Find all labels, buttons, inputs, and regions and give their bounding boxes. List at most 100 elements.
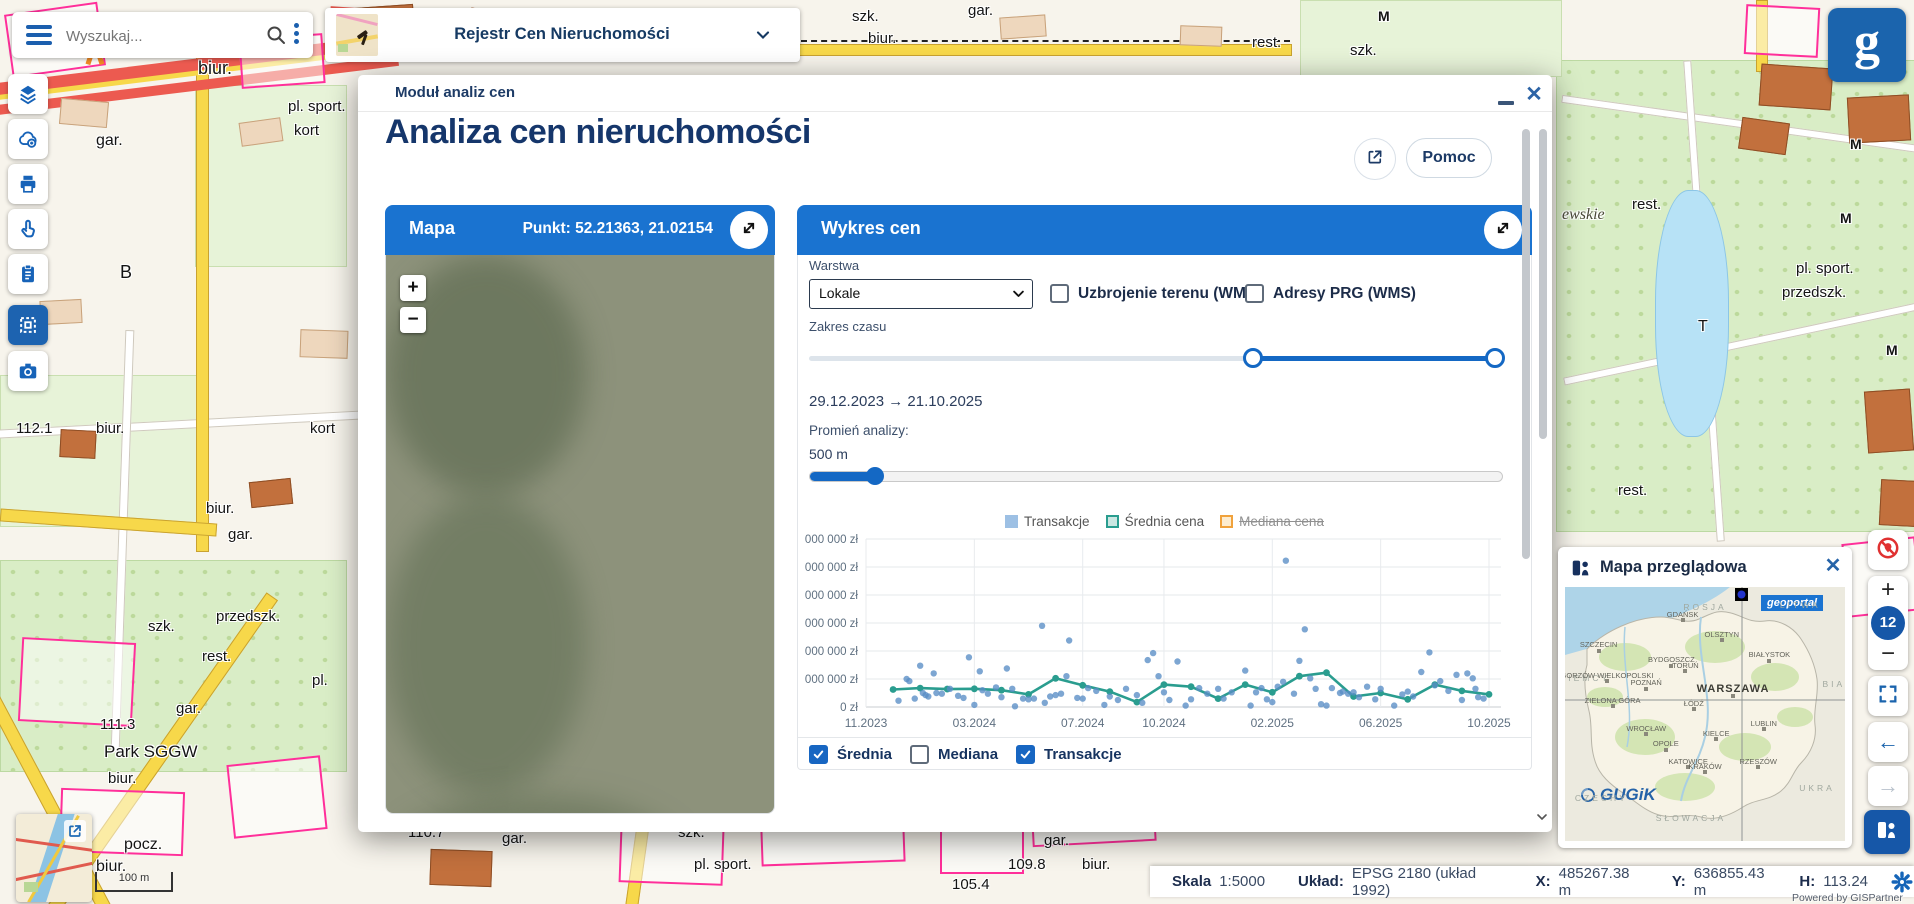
time-range-slider[interactable]	[809, 356, 1501, 361]
svg-text:4 000 000 zł: 4 000 000 zł	[802, 646, 858, 658]
radius-slider[interactable]	[809, 471, 1503, 482]
sidebar-button-layers[interactable]	[8, 74, 48, 114]
map-feature	[1655, 190, 1729, 437]
close-button[interactable]: ✕	[1522, 83, 1546, 107]
crs-value[interactable]: EPSG 2180 (układ 1992)	[1352, 865, 1509, 899]
map-panel-canvas[interactable]: +−	[385, 255, 775, 814]
more-options-icon[interactable]	[294, 23, 300, 44]
open-external-button[interactable]	[1354, 138, 1396, 180]
fullscreen-button[interactable]	[1868, 676, 1908, 716]
fullscreen-icon	[1877, 683, 1899, 710]
location-off-icon	[1875, 535, 1901, 566]
svg-text:2 000 000 zł: 2 000 000 zł	[802, 674, 858, 686]
minimize-button[interactable]	[1498, 101, 1514, 105]
series-toggle-transakcje[interactable]: Transakcje	[1016, 745, 1122, 764]
scroll-down-icon[interactable]	[1534, 809, 1550, 830]
profile-thumbnail	[336, 14, 378, 56]
sidebar-button-touch[interactable]	[8, 209, 48, 249]
legend-item[interactable]: Mediana cena	[1220, 514, 1324, 529]
wms-checkbox-uzbrojenie[interactable]: Uzbrojenie terenu (WMS)	[1050, 284, 1261, 303]
crs-label: Układ:	[1298, 873, 1344, 890]
chart-panel-body: Warstwa Lokale Uzbrojenie terenu (WMS) A…	[797, 255, 1532, 770]
sidebar-button-clipboard[interactable]	[8, 254, 48, 294]
settings-gear-icon[interactable]	[1890, 870, 1914, 894]
neighbor-label: SŁOWACJA	[1656, 813, 1726, 823]
legend-item[interactable]: Średnia cena	[1106, 514, 1205, 529]
svg-text:02.2025: 02.2025	[1251, 716, 1295, 730]
map-feature	[1864, 388, 1914, 453]
map-feature	[196, 50, 209, 552]
chevron-down-icon[interactable]	[753, 25, 773, 50]
toolbar-glyph	[17, 314, 39, 336]
expand-icon	[1493, 218, 1513, 243]
city-label: ZIELONA GÓRA	[1585, 696, 1641, 705]
overview-map-canvas[interactable]: geoportal GUGiK ROSJALITWANIEMCYBIACZECH…	[1565, 587, 1845, 841]
overview-toggle-button[interactable]	[1864, 810, 1910, 854]
toggle-label: Średnia	[837, 746, 892, 763]
application-window: biur.gar.pl. sport.kortB112.1biur.kortbi…	[0, 0, 1914, 904]
inner-scrollbar[interactable]	[1522, 129, 1530, 559]
svg-text:8 000 000 zł: 8 000 000 zł	[802, 590, 858, 602]
profile-selector[interactable]: Rejestr Cen Nieruchomości	[325, 8, 800, 62]
chart-panel-title: Wykres cen	[821, 218, 921, 239]
price-chart: 0 zł2 000 000 zł4 000 000 zł6 000 000 zł…	[802, 531, 1518, 733]
overview-map-panel: Mapa przeglądowa ✕ geoportal	[1558, 547, 1852, 848]
search-icon[interactable]	[264, 23, 288, 52]
series-toggle-mediana[interactable]: Mediana	[910, 745, 998, 764]
minimap-thumbnail[interactable]	[16, 814, 92, 902]
modal-header: Moduł analiz cen ✕	[358, 75, 1552, 111]
geoportal-logo[interactable]: g	[1828, 8, 1906, 82]
expand-chart-button[interactable]	[1484, 211, 1522, 249]
checkbox-icon[interactable]	[809, 745, 828, 764]
map-feature	[59, 429, 96, 459]
wms-checkbox-adresy[interactable]: Adresy PRG (WMS)	[1245, 284, 1416, 303]
location-off-button[interactable]	[1868, 530, 1908, 570]
map-zoom-out-button[interactable]: −	[1868, 642, 1908, 670]
city-label: KIELCE	[1703, 729, 1730, 738]
scale-value[interactable]: 1:5000	[1219, 873, 1265, 890]
checkbox-icon[interactable]	[910, 745, 929, 764]
scale-label: Skala	[1172, 873, 1211, 890]
previous-view-button[interactable]: ←	[1868, 722, 1908, 762]
powered-by-text: Powered by GISPartner	[1792, 892, 1903, 904]
city-label: OPOLE	[1653, 739, 1679, 748]
map-feature	[300, 329, 349, 359]
search-bar	[12, 12, 313, 58]
modal-scrollbar[interactable]	[1539, 129, 1547, 439]
radius-slider-handle[interactable]	[866, 467, 884, 485]
sidebar-button-select-area[interactable]	[8, 305, 48, 345]
svg-text:07.2024: 07.2024	[1061, 716, 1105, 730]
map-feature	[1744, 4, 1821, 58]
map-zoom-in-button[interactable]: +	[1868, 576, 1908, 604]
sidebar-button-camera[interactable]	[8, 351, 48, 391]
checkbox-icon[interactable]	[1245, 284, 1264, 303]
help-button[interactable]: Pomoc	[1406, 138, 1492, 178]
map-feature	[1879, 479, 1914, 527]
checkbox-icon[interactable]	[1050, 284, 1069, 303]
svg-text:10.2025: 10.2025	[1467, 716, 1511, 730]
zoom-out-button[interactable]: −	[400, 307, 426, 333]
zoom-in-button[interactable]: +	[400, 275, 426, 301]
arrow-right-icon: →	[1877, 773, 1899, 799]
layer-select[interactable]: Lokale	[809, 279, 1033, 309]
sidebar-button-cloud-add[interactable]	[8, 119, 48, 159]
map-scalebar: 100 m	[95, 872, 173, 892]
checkbox-icon[interactable]	[1016, 745, 1035, 764]
search-input[interactable]	[64, 20, 258, 52]
layer-select-value: Lokale	[819, 285, 860, 301]
slider-handle-start[interactable]	[1243, 348, 1263, 368]
next-view-button[interactable]: →	[1868, 766, 1908, 806]
overview-close-button[interactable]: ✕	[1822, 555, 1844, 577]
expand-map-button[interactable]	[730, 211, 768, 249]
map-feature	[999, 14, 1046, 39]
legend-item[interactable]: Transakcje	[1005, 514, 1090, 529]
series-toggle-średnia[interactable]: Średnia	[809, 745, 892, 764]
menu-icon[interactable]	[26, 25, 52, 45]
series-toggles: Średnia Mediana Transakcje	[809, 745, 1122, 764]
minimap-expand-icon[interactable]	[64, 820, 86, 842]
toolbar-glyph	[17, 128, 39, 150]
sidebar-button-print[interactable]	[8, 164, 48, 204]
slider-handle-end[interactable]	[1485, 348, 1505, 368]
overview-map-icon	[1875, 818, 1899, 847]
date-range-value: 29.12.2023 → 21.10.2025	[809, 393, 982, 410]
